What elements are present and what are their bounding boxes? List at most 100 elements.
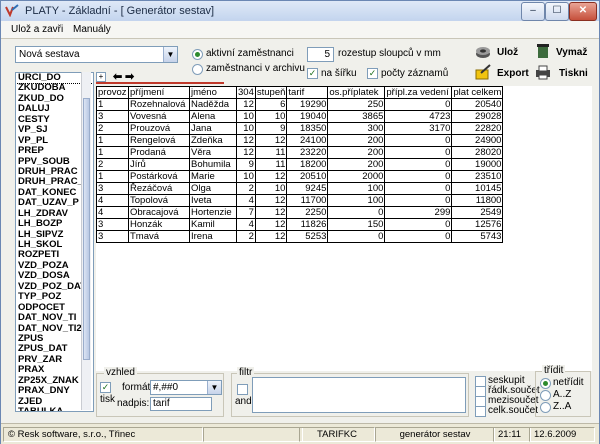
table-cell[interactable]: 4 — [236, 194, 256, 207]
table-cell[interactable]: 12 — [254, 206, 288, 219]
format-chevron-icon[interactable]: ▼ — [207, 381, 221, 394]
table-cell[interactable]: 11 — [254, 146, 288, 159]
table-cell[interactable]: Iveta — [189, 194, 237, 207]
table-cell[interactable]: 3170 — [384, 122, 453, 135]
radio-active-employees[interactable] — [192, 49, 203, 60]
table-cell[interactable]: 4 — [236, 218, 256, 231]
table-cell[interactable]: 11700 — [286, 194, 329, 207]
table-cell[interactable]: 10145 — [451, 182, 504, 195]
table-cell[interactable]: 4 — [96, 194, 129, 207]
table-cell[interactable]: 23220 — [286, 146, 329, 159]
column-header[interactable]: os.příplatek — [327, 86, 386, 99]
table-cell[interactable]: Vovesná — [128, 110, 190, 123]
table-cell[interactable]: 10 — [236, 110, 256, 123]
table-cell[interactable]: 2549 — [451, 206, 504, 219]
table-cell[interactable]: 2 — [236, 182, 256, 195]
scrollbar-thumb[interactable] — [83, 98, 90, 360]
table-cell[interactable]: 12 — [236, 98, 256, 111]
chevron-down-icon[interactable]: ▼ — [163, 47, 177, 62]
print-column-checkbox[interactable]: ✓ — [100, 382, 111, 393]
table-cell[interactable]: 2 — [96, 122, 129, 135]
table-cell[interactable]: 200 — [327, 134, 386, 147]
table-cell[interactable]: 19040 — [286, 110, 329, 123]
table-cell[interactable]: 10 — [236, 170, 256, 183]
report-select[interactable]: Nová sestava ▼ — [15, 46, 178, 63]
table-cell[interactable]: Marie — [189, 170, 237, 183]
print-button[interactable]: Tiskni — [559, 68, 588, 79]
table-cell[interactable]: 100 — [327, 182, 386, 195]
table-cell[interactable]: 0 — [384, 194, 453, 207]
table-cell[interactable]: 250 — [327, 98, 386, 111]
table-row[interactable]: 2 Jírů Bohumila 9 11 18200 200 0 19000 — [96, 158, 504, 171]
title-bar[interactable]: PLATY - Základní - [ Generátor sestav] –… — [1, 1, 599, 21]
table-cell[interactable]: Prodaná — [128, 146, 190, 159]
table-cell[interactable]: 3 — [96, 218, 129, 231]
table-cell[interactable]: Topolová — [128, 194, 190, 207]
table-cell[interactable]: 9245 — [286, 182, 329, 195]
table-cell[interactable]: 2000 — [327, 170, 386, 183]
table-cell[interactable]: 10 — [254, 182, 288, 195]
table-cell[interactable]: 9 — [236, 158, 256, 171]
table-cell[interactable]: 10 — [236, 122, 256, 135]
table-row[interactable]: 3 Řezáčová Olga 2 10 9245 100 0 10145 — [96, 182, 504, 195]
table-cell[interactable]: Alena — [189, 110, 237, 123]
table-row[interactable]: 1 Postárková Marie 10 12 20510 2000 0 23510 — [96, 170, 504, 183]
radio-archive-employees[interactable] — [192, 64, 203, 75]
column-header[interactable]: plat celkem — [451, 86, 504, 99]
table-cell[interactable]: 0 — [384, 98, 453, 111]
sort-desc-radio[interactable] — [540, 402, 551, 413]
table-cell[interactable]: 0 — [384, 146, 453, 159]
table-cell[interactable]: 1 — [96, 134, 129, 147]
minimize-button[interactable]: – — [521, 2, 545, 21]
table-row[interactable]: 1 Prodaná Věra 12 11 23220 200 0 28020 — [96, 146, 504, 159]
table-cell[interactable]: 9 — [254, 122, 288, 135]
table-row[interactable]: 3 Vovesná Alena 10 10 19040 3865 4723 29028 — [96, 110, 504, 123]
table-cell[interactable]: 29028 — [451, 110, 504, 123]
table-cell[interactable]: 4 — [96, 206, 129, 219]
table-cell[interactable]: 3865 — [327, 110, 386, 123]
delete-button[interactable]: Vymaž — [556, 47, 587, 58]
save-button[interactable]: Ulož — [497, 47, 518, 58]
table-cell[interactable]: 1 — [96, 146, 129, 159]
caption-input[interactable]: tarif — [150, 397, 212, 411]
table-cell[interactable]: 0 — [384, 170, 453, 183]
table-cell[interactable]: 12 — [254, 194, 288, 207]
format-select[interactable]: #,##0 ▼ — [150, 380, 222, 395]
table-cell[interactable]: 22820 — [451, 122, 504, 135]
table-row[interactable]: 1 Rozehnalová Naděžda 12 6 19290 250 0 20540 — [96, 98, 504, 111]
table-cell[interactable]: 3 — [96, 182, 129, 195]
table-cell[interactable]: Rengelová — [128, 134, 190, 147]
report-table[interactable]: provoz příjmení jméno 304 stupeň tarif os.příp… — [96, 86, 504, 243]
table-cell[interactable]: Tmavá — [128, 230, 190, 243]
menu-save-close[interactable]: Ulož a zavři — [11, 24, 63, 35]
export-icon[interactable] — [475, 64, 491, 80]
sort-none-radio[interactable] — [540, 378, 551, 389]
table-cell[interactable]: 19000 — [451, 158, 504, 171]
table-cell[interactable]: Jana — [189, 122, 237, 135]
table-cell[interactable]: 4723 — [384, 110, 453, 123]
table-cell[interactable]: 299 — [384, 206, 453, 219]
table-row[interactable]: 4 Obracajová Hortenzie 7 12 2250 0 299 2549 — [96, 206, 504, 219]
table-cell[interactable]: 11 — [254, 158, 288, 171]
maximize-button[interactable]: ☐ — [545, 2, 569, 21]
column-header[interactable]: 304 — [236, 86, 256, 99]
table-cell[interactable]: Zdeňka — [189, 134, 237, 147]
table-cell[interactable]: Honzák — [128, 218, 190, 231]
table-cell[interactable]: Věra — [189, 146, 237, 159]
table-cell[interactable]: 12 — [254, 134, 288, 147]
save-icon[interactable] — [475, 44, 491, 60]
table-cell[interactable]: 19290 — [286, 98, 329, 111]
table-cell[interactable]: 11800 — [451, 194, 504, 207]
table-cell[interactable]: 3 — [96, 110, 129, 123]
table-cell[interactable]: Rozehnalová — [128, 98, 190, 111]
table-cell[interactable]: 6 — [254, 98, 288, 111]
column-header[interactable]: jméno — [189, 86, 237, 99]
table-cell[interactable]: 200 — [327, 146, 386, 159]
table-cell[interactable]: Olga — [189, 182, 237, 195]
table-cell[interactable]: 24900 — [451, 134, 504, 147]
table-cell[interactable]: 20510 — [286, 170, 329, 183]
table-cell[interactable]: 150 — [327, 218, 386, 231]
table-cell[interactable]: 12576 — [451, 218, 504, 231]
sort-asc-radio[interactable] — [540, 390, 551, 401]
export-button[interactable]: Export — [497, 68, 529, 79]
